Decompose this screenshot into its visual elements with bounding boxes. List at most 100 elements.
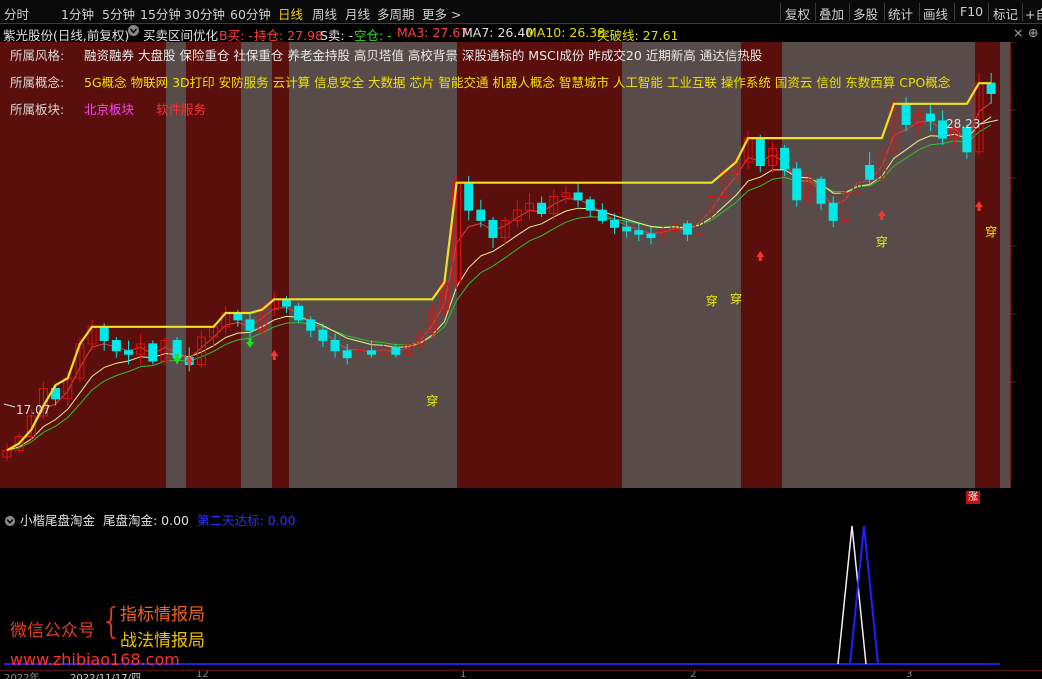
sub-indicator-pane[interactable]: 小楷尾盘淘金 尾盘淘金: 0.00 第二天达标: 0.00 微信公众号 { 指标… <box>0 506 1042 670</box>
toolbar-divider <box>1022 3 1023 21</box>
signal-chuan: 穿 <box>985 224 997 239</box>
statistics-button[interactable]: 统计 <box>888 4 913 23</box>
toolbar-divider <box>849 3 850 21</box>
candle-body <box>330 339 340 352</box>
candle-body <box>755 137 765 167</box>
candle-body <box>610 219 619 228</box>
candle-body <box>816 178 826 204</box>
candle-body <box>476 209 486 221</box>
period-15min[interactable]: 15分钟 <box>140 4 181 23</box>
main-chart[interactable]: 穿穿穿穿穿 28.23 17.07 所属风格: 融资融券 大盘股 保险重仓 社保重仓… <box>0 42 1010 488</box>
candle-body <box>682 223 692 235</box>
period-1min[interactable]: 1分钟 <box>61 4 94 23</box>
mark-button[interactable]: 标记 <box>993 4 1018 23</box>
sub-indicator-value: 尾盘淘金: 0.00 <box>102 513 190 528</box>
period-5min[interactable]: 5分钟 <box>102 4 135 23</box>
candle-body <box>245 319 255 331</box>
sector-software[interactable]: 软件服务 <box>156 99 206 118</box>
period-fenshi[interactable]: 分时 <box>4 4 29 23</box>
candle <box>294 302 304 324</box>
candle-body <box>99 326 109 341</box>
candle-body <box>901 103 911 125</box>
candlestick-chart[interactable]: 穿穿 穿穿穿28.2317.07 <box>0 42 1010 488</box>
watermark-url: www.zhibiao168.com <box>10 650 180 669</box>
watermark-wechat: 微信公众号 <box>10 621 95 641</box>
high-price-label: 28.23 <box>946 117 980 131</box>
custom-button[interactable]: +自 <box>1025 4 1042 23</box>
second-day-value: 第二天达标: 0.00 <box>197 513 296 528</box>
indicator-dropdown-icon[interactable] <box>127 24 140 40</box>
period-weekly[interactable]: 周线 <box>312 4 337 23</box>
bg-gray-band <box>622 42 741 488</box>
candle-body <box>318 329 328 341</box>
period-60min[interactable]: 60分钟 <box>230 4 271 23</box>
candle-body <box>585 199 595 211</box>
candle-body <box>306 319 316 331</box>
candle <box>148 340 158 365</box>
bg-gray-band <box>289 42 457 488</box>
candle-body <box>342 350 352 359</box>
limit-up-badge: 涨 <box>966 491 980 504</box>
ma7-value: MA7: 26.40 <box>462 25 534 40</box>
draw-line-button[interactable]: 画线 <box>923 4 948 23</box>
multi-stock-button[interactable]: 多股 <box>853 4 878 23</box>
bg-gray-band <box>782 42 975 488</box>
candle-body <box>828 202 838 221</box>
ma3-value: MA3: 27.67 <box>397 25 469 40</box>
toolbar-divider <box>919 3 920 21</box>
sub-indicator-title[interactable]: 小楷尾盘淘金 <box>20 513 95 528</box>
candle-body <box>111 339 121 352</box>
toolbar-divider <box>954 3 955 21</box>
toolbar-divider <box>780 3 781 21</box>
candle-body <box>597 209 607 221</box>
style-label: 所属风格: <box>10 48 65 63</box>
toolbar: 分时 1分钟 5分钟 15分钟 30分钟 60分钟 日线 周线 月线 多周期 更… <box>0 0 1042 24</box>
toolbar-divider <box>815 3 816 21</box>
candle-body <box>986 82 996 94</box>
concept-tags: 5G概念 物联网 3D打印 安防服务 云计算 信息安全 大数据 芯片 智能交通 … <box>84 75 951 90</box>
candle-body <box>537 202 547 215</box>
sub-indicator-dropdown-icon[interactable] <box>4 515 16 530</box>
candle-body <box>622 226 632 232</box>
candle-body <box>634 230 644 235</box>
indicator-info-bar: 紫光股份(日线,前复权) 买卖区间优化 B买: - 持仓: 27.98 S卖: … <box>0 24 1042 43</box>
period-daily[interactable]: 日线 <box>278 4 303 23</box>
concept-label: 所属概念: <box>10 75 65 90</box>
watermark-line2: 战法情报局 <box>120 631 205 651</box>
watermark-line1: 指标情报局 <box>120 605 205 625</box>
sector-beijing[interactable]: 北京板块 <box>84 99 134 118</box>
pane-divider[interactable]: 涨 <box>0 488 1042 507</box>
candle-body <box>294 305 304 321</box>
candle-body <box>148 343 158 362</box>
signal-chuan: 穿 <box>706 293 718 308</box>
price-axis[interactable] <box>1010 41 1042 488</box>
f10-button[interactable]: F10 <box>960 4 983 19</box>
candle-body <box>792 168 802 201</box>
candle-body <box>391 346 401 355</box>
period-monthly[interactable]: 月线 <box>345 4 370 23</box>
candle-body <box>780 147 790 170</box>
settings-icon[interactable]: ⊕ <box>1028 25 1038 40</box>
close-icon[interactable]: × <box>1013 25 1023 40</box>
candle-body <box>646 233 656 239</box>
period-30min[interactable]: 30分钟 <box>184 4 225 23</box>
candle-body <box>124 350 133 355</box>
period-more[interactable]: 更多 > <box>422 4 461 23</box>
candle <box>792 162 802 207</box>
low-price-label: 17.07 <box>16 403 50 417</box>
signal-chuan: 穿 <box>876 234 888 249</box>
toolbar-divider <box>988 3 989 21</box>
ma10-value: MA10: 26.38 <box>526 25 606 40</box>
toolbar-divider <box>884 3 885 21</box>
fuquan-button[interactable]: 复权 <box>785 4 810 23</box>
candle-body <box>488 219 498 239</box>
candle-body <box>925 113 935 122</box>
signal-chuan: 穿 <box>730 291 742 306</box>
overlay-button[interactable]: 叠加 <box>819 4 844 23</box>
period-multi[interactable]: 多周期 <box>377 4 415 23</box>
candle-body <box>962 127 972 153</box>
signal-chuan: 穿 <box>426 393 438 408</box>
candle-body <box>464 182 474 211</box>
sub-indicator-header: 小楷尾盘淘金 尾盘淘金: 0.00 第二天达标: 0.00 <box>4 510 296 530</box>
candle-body <box>367 350 376 355</box>
